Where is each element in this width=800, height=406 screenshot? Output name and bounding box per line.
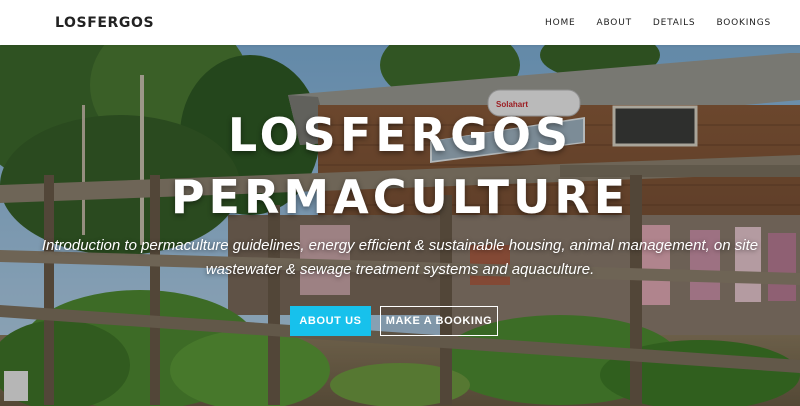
hero-subtitle-line-1: Introduction to permaculture guidelines,… <box>41 237 759 254</box>
nav-details-link[interactable]: DETAILS <box>653 18 696 28</box>
hero-section: Solahart LOSFERGOS PERMACULTURE Introduc… <box>0 45 800 406</box>
nav-about-link[interactable]: ABOUT <box>597 18 632 28</box>
top-navbar: LOSFERGOS HOME ABOUT DETAILS BOOKINGS <box>0 0 800 45</box>
hero-content: LOSFERGOS PERMACULTURE Introduction to p… <box>0 45 800 406</box>
hero-subtitle: Introduction to permaculture guidelines,… <box>40 234 760 282</box>
nav-menu: HOME ABOUT DETAILS BOOKINGS <box>524 18 771 28</box>
site-logo[interactable]: LOSFERGOS <box>55 15 154 31</box>
about-us-button[interactable]: ABOUT US <box>290 306 371 336</box>
hero-title-line-1: LOSFERGOS <box>227 108 573 162</box>
hero-title-line-2: PERMACULTURE <box>170 170 630 224</box>
make-a-booking-button[interactable]: MAKE A BOOKING <box>380 306 498 336</box>
nav-home-link[interactable]: HOME <box>545 18 576 28</box>
nav-bookings-link[interactable]: BOOKINGS <box>716 18 771 28</box>
hero-subtitle-line-2: wastewater & sewage treatment systems an… <box>205 261 595 278</box>
